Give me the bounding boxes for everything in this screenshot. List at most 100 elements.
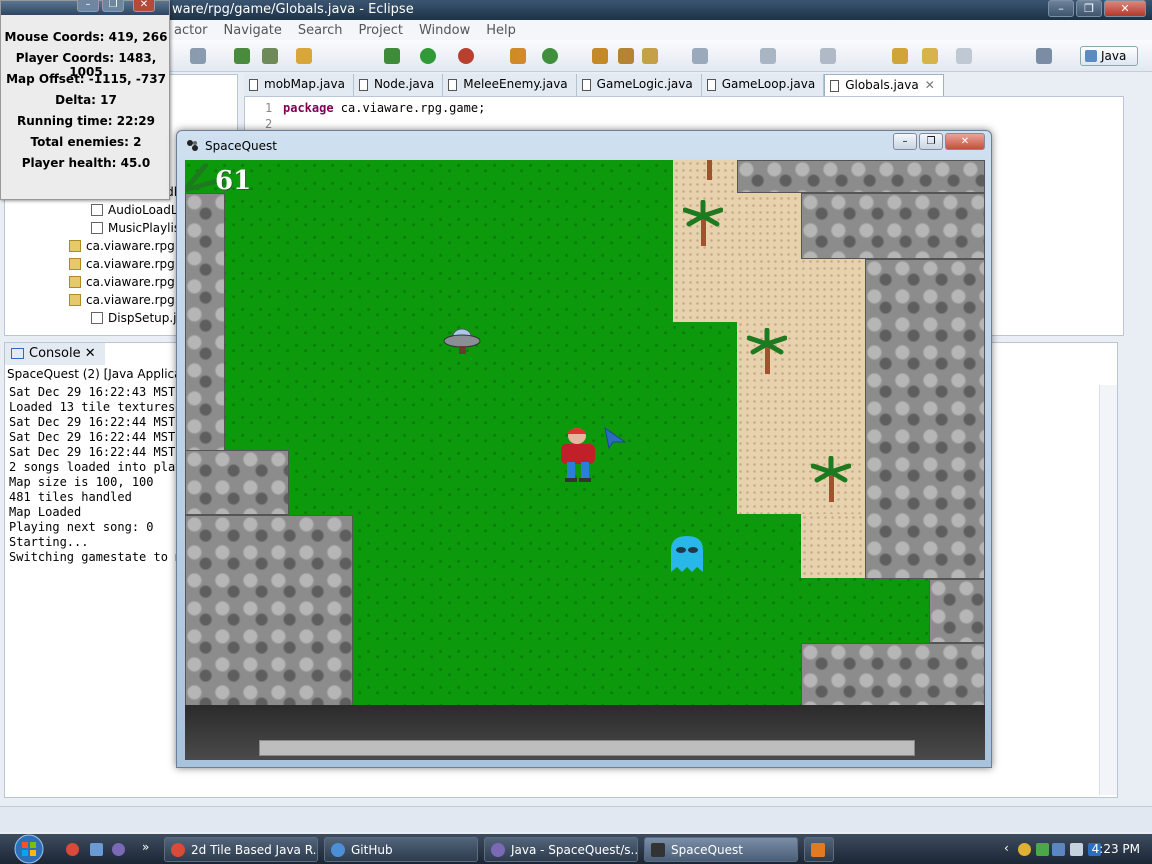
console-header: SpaceQuest (2) [Java Application [7,367,205,381]
console-line: Sat Dec 29 16:22:44 MST [9,445,176,459]
palm-tree-icon [811,456,851,502]
tab-node[interactable]: Node.java [353,74,444,96]
tab-console[interactable]: Console ✕ [5,343,105,365]
game-canvas[interactable]: 61 [185,160,985,760]
minimize-button[interactable]: – [1048,0,1074,17]
open-perspective-icon[interactable] [1036,48,1052,64]
menu-refactor[interactable]: actor [174,23,208,38]
network-icon[interactable] [1052,843,1065,856]
debug-window: – ❐ ✕ Mouse Coords: 419, 266 Player Coor… [0,0,170,200]
rock-terrain [185,450,289,515]
java-app-icon [651,843,665,857]
map-offset: Map Offset: -1115, -737 [6,72,166,86]
debug-icon[interactable] [384,48,400,64]
task-spacequest[interactable]: SpaceQuest [644,837,798,862]
java-file-icon [91,222,103,234]
code-line: 2 [265,117,273,131]
tab-meleeenemy[interactable]: MeleeEnemy.java [443,74,577,96]
tree-item[interactable]: ca.viaware.rpg.en [69,257,194,271]
volume-icon[interactable] [1070,843,1083,856]
next-edit-icon[interactable] [956,48,972,64]
task-eclipse[interactable]: Java - SpaceQuest/s... [484,837,638,862]
build-icon[interactable] [262,48,278,64]
delta: Delta: 17 [55,93,117,107]
package-icon [69,240,81,252]
back-icon[interactable] [892,48,908,64]
next-annotation-icon[interactable] [820,48,836,64]
close-button[interactable]: ✕ [133,0,155,12]
java-file-icon [706,79,716,91]
console-output[interactable]: Sat Dec 29 16:22:43 MST Loaded 13 tile t… [9,385,182,565]
minimize-button[interactable]: – [893,133,917,150]
menu-window[interactable]: Window [419,23,470,38]
new-package-icon[interactable] [510,48,526,64]
menu-navigate[interactable]: Navigate [224,23,282,38]
maximize-button[interactable]: ❐ [919,133,943,150]
show-desktop-icon[interactable] [90,843,103,856]
new-java-icon[interactable] [542,48,558,64]
eclipse-title: ware/rpg/game/Globals.java - Eclipse [172,2,414,17]
task-java[interactable] [804,837,834,862]
external-tools-icon[interactable] [458,48,474,64]
tree-item[interactable]: ca.viaware.rpg.ef [69,239,190,253]
maximize-button[interactable]: ❐ [1076,0,1102,17]
menu-help[interactable]: Help [486,23,516,38]
clock[interactable]: 4:23 PM [1092,842,1140,856]
tree-item[interactable]: AudioLoadLis [91,203,187,217]
show-whitespace-icon[interactable] [760,48,776,64]
save-icon[interactable] [190,48,206,64]
close-button[interactable]: ✕ [1104,0,1146,17]
tab-gameloop[interactable]: GameLoop.java [701,74,825,96]
console-line: Loaded 13 tile textures [9,400,176,414]
ufo-enemy-icon[interactable] [443,326,481,358]
task-github[interactable]: GitHub [324,837,478,862]
menu-project[interactable]: Project [359,23,403,38]
run-icon[interactable] [420,48,436,64]
sand-terrain [801,514,865,578]
rock-terrain [801,193,985,259]
open-type-icon[interactable] [592,48,608,64]
minimize-button[interactable]: – [77,0,99,12]
ghost-enemy-icon[interactable] [669,534,705,574]
close-button[interactable]: ✕ [945,133,985,150]
maximize-button[interactable]: ❐ [102,0,124,12]
tab-globals[interactable]: Globals.java ✕ [824,74,944,96]
print-icon[interactable] [234,48,250,64]
code-line: 1 package ca.viaware.rpg.game; [265,101,486,115]
tray-update-icon[interactable] [1036,843,1049,856]
aim-cursor-icon [604,426,627,450]
console-line: 481 tiles handled [9,490,132,504]
start-button-icon[interactable] [8,834,50,864]
java-icon [811,843,825,857]
java-file-icon [358,79,368,91]
forward-icon[interactable] [922,48,938,64]
console-scrollbar[interactable] [1099,385,1117,795]
open-resource-icon[interactable] [618,48,634,64]
new-class-icon[interactable] [296,48,312,64]
editor-tabs: mobMap.java Node.java MeleeEnemy.java Ga… [244,74,1124,96]
tree-item[interactable]: MusicPlaylist [91,221,185,235]
rock-terrain [185,193,225,453]
tree-item[interactable]: ca.viaware.rpg.e [69,275,186,289]
chevron-left-icon[interactable]: ‹ [1004,841,1009,855]
close-tab-icon[interactable]: ✕ [85,346,96,361]
java-perspective-button[interactable]: Java [1080,46,1138,66]
toggle-annotation-icon[interactable] [692,48,708,64]
tree-item[interactable]: ca.viaware.rpg.g [69,293,186,307]
tab-mobmap[interactable]: mobMap.java [244,74,354,96]
tab-gamelogic[interactable]: GameLogic.java [576,74,702,96]
console-line: Map size is 100, 100 [9,475,154,489]
palm-tree-icon [747,328,787,374]
player-health: Player health: 45.0 [21,156,151,170]
task-chrome[interactable]: 2d Tile Based Java R... [164,837,318,862]
tray-app-icon[interactable] [1018,843,1031,856]
search-icon[interactable] [642,48,658,64]
mouse-coords: Mouse Coords: 419, 266 [4,30,168,44]
close-tab-icon[interactable]: ✕ [925,78,935,92]
rock-terrain [737,160,985,193]
chrome-icon[interactable] [66,843,79,856]
menu-search[interactable]: Search [298,23,343,38]
chevron-right-icon[interactable]: » [142,840,149,854]
eclipse-icon[interactable] [112,843,125,856]
player-character-icon[interactable] [553,426,605,484]
